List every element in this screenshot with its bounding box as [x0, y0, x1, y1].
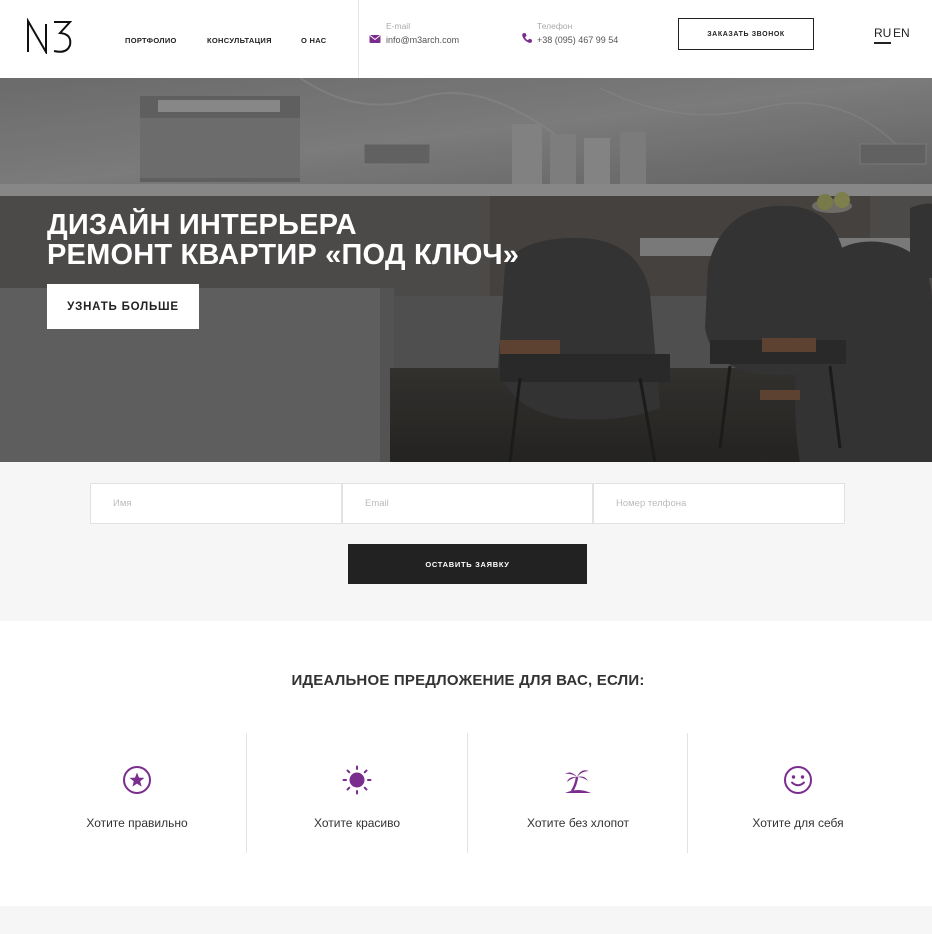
order-callback-button[interactable]: ЗАКАЗАТЬ ЗВОНОК — [678, 18, 814, 50]
nav-consultation[interactable]: КОНСУЛЬТАЦИЯ — [207, 36, 272, 45]
phone-field[interactable] — [593, 483, 845, 524]
feature-item: Хотите красиво — [247, 733, 467, 853]
feature-label: Хотите для себя — [752, 816, 844, 830]
phone-link[interactable]: +38 (095) 467 99 54 — [537, 35, 618, 45]
sun-icon — [342, 765, 372, 795]
header-divider — [358, 0, 359, 78]
hero-title-line2: РЕМОНТ КВАРТИР «ПОД КЛЮЧ» — [47, 239, 520, 271]
feature-item: Хотите правильно — [27, 733, 247, 853]
feature-label: Хотите правильно — [86, 816, 188, 830]
offer-title: ИДЕАЛЬНОЕ ПРЕДЛОЖЕНИЕ ДЛЯ ВАС, ЕСЛИ: — [291, 672, 645, 689]
email-label: E-mail — [386, 21, 411, 31]
feature-label: Хотите без хлопот — [526, 816, 630, 830]
next-section-band — [0, 906, 932, 934]
email-link[interactable]: info@m3arch.com — [386, 35, 459, 45]
feature-item: Хотите без хлопот — [468, 733, 688, 853]
smiley-icon — [784, 766, 812, 794]
nav-about[interactable]: О НАС — [301, 36, 326, 45]
phone-icon — [522, 33, 532, 43]
hero-title: ДИЗАЙН ИНТЕРЬЕРА РЕМОНТ КВАРТИР «ПОД КЛЮ… — [47, 210, 519, 270]
hero-banner: ДИЗАЙН ИНТЕРЬЕРА РЕМОНТ КВАРТИР «ПОД КЛЮ… — [0, 78, 932, 462]
nav-portfolio[interactable]: ПОРТФОЛИО — [125, 36, 177, 45]
envelope-icon — [369, 35, 381, 43]
lead-form: ОСТАВИТЬ ЗАЯВКУ — [0, 462, 932, 621]
logo[interactable] — [26, 18, 74, 54]
name-field[interactable] — [90, 483, 342, 524]
feature-label: Хотите красиво — [313, 816, 401, 830]
email-field[interactable] — [342, 483, 593, 524]
submit-request-button[interactable]: ОСТАВИТЬ ЗАЯВКУ — [348, 544, 587, 584]
hero-title-line1: ДИЗАЙН ИНТЕРЬЕРА — [47, 209, 357, 241]
lang-ru[interactable]: RU — [874, 26, 892, 44]
lang-en[interactable]: EN — [893, 26, 910, 40]
learn-more-button[interactable]: УЗНАТЬ БОЛЬШЕ — [47, 284, 199, 329]
phone-label: Телефон — [537, 21, 573, 31]
palm-tree-icon — [565, 770, 591, 793]
site-header: ПОРТФОЛИО КОНСУЛЬТАЦИЯ О НАС E-mail info… — [0, 0, 932, 78]
feature-item: Хотите для себя — [688, 733, 908, 853]
star-circle-icon — [123, 766, 151, 794]
